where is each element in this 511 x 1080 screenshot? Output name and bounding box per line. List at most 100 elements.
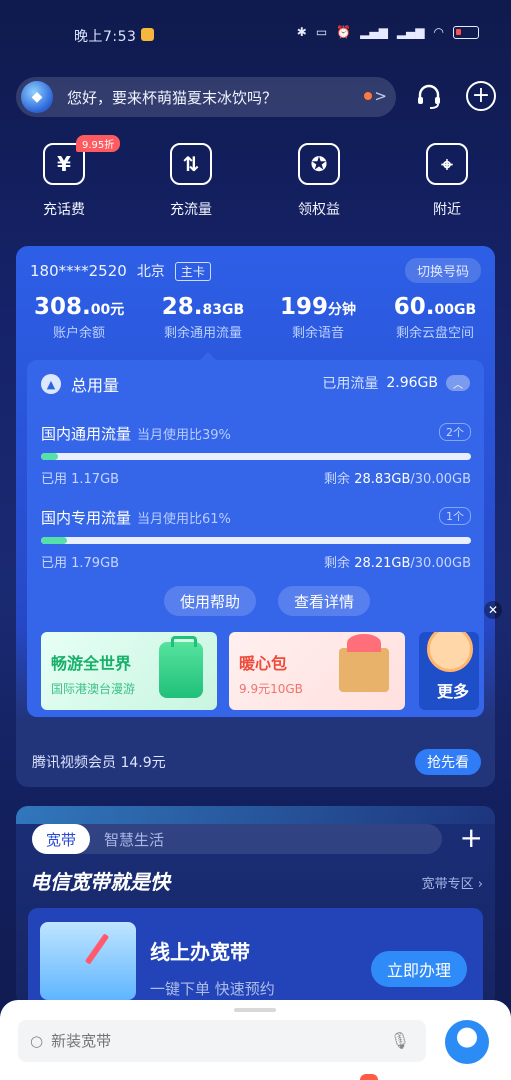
usage-progress-bar bbox=[41, 453, 471, 460]
stat-balance[interactable]: 308.00元 账户余额 bbox=[34, 294, 124, 341]
bottom-search-bar: ○ 🎙 bbox=[0, 1000, 511, 1080]
promo-title: 畅游全世界 bbox=[51, 654, 132, 673]
collapse-toggle-icon[interactable]: ︿ bbox=[446, 375, 470, 391]
status-bar: 晚上7:53 ✱ ▭ ⏰ ▂▄▆ ▂▄▆ ◠ bbox=[0, 22, 511, 48]
discount-badge: 9.95折 bbox=[76, 135, 121, 152]
drag-handle[interactable] bbox=[234, 1008, 276, 1012]
gift-icon: ✪ bbox=[298, 143, 340, 185]
notification-app-icon bbox=[141, 28, 154, 41]
chevron-right-icon: > bbox=[374, 87, 387, 105]
unread-dot bbox=[364, 92, 372, 100]
tab-smart-life[interactable]: 智慧生活 bbox=[104, 829, 164, 850]
usage-help-button[interactable]: 使用帮助 bbox=[164, 586, 257, 616]
usage-block-title: 国内专用流量 当月使用比61% bbox=[41, 509, 231, 527]
more-label: 更多 bbox=[437, 682, 470, 701]
stat-data-left[interactable]: 28.83GB 剩余通用流量 bbox=[148, 294, 258, 341]
broadband-zone-link[interactable]: 宽带专区 › bbox=[422, 873, 483, 892]
notification-dot bbox=[360, 1074, 378, 1080]
usage-remaining: 剩余 28.83GB/30.00GB bbox=[324, 472, 471, 487]
quick-action-label: 充流量 bbox=[170, 202, 212, 218]
usage-used-label: 已用流量 bbox=[322, 376, 379, 392]
signal-icon: ▂▄▆ bbox=[360, 25, 388, 39]
headset-icon[interactable] bbox=[414, 81, 444, 111]
quick-action-label: 领权益 bbox=[298, 202, 340, 218]
assistant-avatar-icon: ◆ bbox=[21, 81, 53, 113]
gift-box-icon bbox=[339, 634, 389, 692]
usage-used-summary: 已用流量 2.96GB ︿ bbox=[322, 373, 470, 393]
greeting-text: 您好，要来杯萌猫夏末冰饮吗？ bbox=[67, 88, 278, 107]
account-stats: 308.00元 账户余额 28.83GB 剩余通用流量 199分钟 剩余语音 6… bbox=[16, 294, 495, 344]
primary-card-tag: 主卡 bbox=[174, 261, 211, 281]
greeting-bar[interactable]: ◆ 您好，要来杯萌猫夏末冰饮吗？ > bbox=[16, 77, 396, 117]
usage-block-special[interactable]: 国内专用流量 当月使用比61% 1个 已用 1.79GB 剩余 28.21GB/3… bbox=[41, 507, 471, 577]
promo-footer: 腾讯视频会员 14.9元 抢先看 bbox=[16, 741, 495, 787]
usage-block-general[interactable]: 国内通用流量 当月使用比39% 2个 已用 1.17GB 剩余 28.83GB/3… bbox=[41, 423, 471, 493]
location-pin-icon: ⌖ bbox=[426, 143, 468, 185]
usage-icon: ▲ bbox=[41, 374, 61, 394]
broadband-slogan: 电信宽带就是快 bbox=[30, 870, 170, 894]
promo-warm-pack[interactable]: 暖心包 9.9元10GB bbox=[229, 632, 405, 710]
stat-cloud-left[interactable]: 60.00GB 剩余云盘空间 bbox=[384, 294, 486, 341]
view-details-button[interactable]: 查看详情 bbox=[278, 586, 371, 616]
broadband-offer-title: 线上办宽带 bbox=[150, 940, 250, 964]
mascot-icon bbox=[427, 632, 473, 672]
promo-more[interactable]: 更多 bbox=[419, 632, 479, 710]
usage-remaining: 剩余 28.21GB/30.00GB bbox=[324, 556, 471, 571]
broadband-offer[interactable]: 线上办宽带 一键下单 快速预约 立即办理 bbox=[28, 908, 483, 1006]
usage-ratio: 当月使用比61% bbox=[137, 512, 231, 527]
stat-label: 剩余语音 bbox=[291, 326, 344, 341]
signal-icon-2: ▂▄▆ bbox=[396, 25, 425, 39]
quick-action-data[interactable]: ⇅ 充流量 bbox=[151, 143, 231, 219]
bluetooth-icon: ✱ bbox=[296, 25, 307, 39]
data-arrows-icon: ⇅ bbox=[170, 143, 212, 185]
quick-action-label: 充话费 bbox=[43, 202, 85, 218]
quick-action-benefits[interactable]: ✪ 领权益 bbox=[279, 143, 359, 219]
close-icon[interactable]: ✕ bbox=[484, 601, 502, 619]
usage-progress-fill bbox=[41, 537, 67, 544]
add-icon[interactable]: + bbox=[460, 824, 483, 852]
laptop-illustration-icon bbox=[40, 922, 136, 1000]
quick-action-recharge[interactable]: ¥ 9.95折 充话费 bbox=[24, 135, 121, 219]
search-input[interactable] bbox=[51, 1032, 352, 1050]
stat-label: 剩余云盘空间 bbox=[395, 326, 474, 341]
promo-roaming[interactable]: 畅游全世界 国际港澳台漫游 bbox=[41, 632, 217, 710]
apply-now-button[interactable]: 立即办理 bbox=[370, 951, 467, 987]
quick-actions: ¥ 9.95折 充话费 ⇅ 充流量 ✪ 领权益 ⌖ 附近 bbox=[0, 135, 511, 223]
usage-used-value: 2.96GB bbox=[386, 375, 438, 391]
quick-action-nearby[interactable]: ⌖ 附近 bbox=[407, 143, 487, 219]
usage-ratio: 当月使用比39% bbox=[137, 428, 231, 443]
wave-decoration bbox=[16, 806, 495, 824]
stat-label: 账户余额 bbox=[52, 326, 105, 341]
stat-value: 199分钟 bbox=[279, 294, 356, 320]
promo-subtitle: 国际港澳台漫游 bbox=[51, 682, 136, 696]
grab-first-button[interactable]: 抢先看 bbox=[415, 749, 481, 775]
switch-number-button[interactable]: 切换号码 bbox=[404, 258, 481, 283]
account-header: 180****2520 北京 主卡 bbox=[30, 261, 211, 281]
usage-used-amount: 已用 1.79GB bbox=[41, 556, 120, 571]
alarm-icon: ⏰ bbox=[336, 25, 352, 39]
vibrate-icon: ▭ bbox=[315, 25, 328, 39]
search-box[interactable]: ○ 🎙 bbox=[18, 1020, 426, 1062]
account-card: 180****2520 北京 主卡 切换号码 308.00元 账户余额 28.8… bbox=[16, 246, 495, 787]
usage-title: 总用量 bbox=[71, 376, 120, 395]
stat-value: 60.00GB bbox=[393, 294, 477, 320]
usage-progress-bar bbox=[41, 537, 471, 544]
package-count-badge: 1个 bbox=[439, 507, 471, 525]
quick-action-label: 附近 bbox=[433, 202, 461, 218]
microphone-icon[interactable]: 🎙 bbox=[390, 1031, 410, 1050]
broadband-card: 宽带 智慧生活 + 电信宽带就是快 宽带专区 › 线上办宽带 一键下单 快速预约… bbox=[16, 806, 495, 1006]
broadband-offer-subtitle: 一键下单 快速预约 bbox=[150, 980, 275, 998]
plus-circle-icon[interactable]: + bbox=[466, 81, 496, 111]
promo-footer-text: 腾讯视频会员 14.9元 bbox=[32, 755, 166, 771]
package-count-badge: 2个 bbox=[439, 423, 471, 441]
luggage-icon bbox=[159, 636, 203, 698]
usage-pointer bbox=[200, 352, 216, 360]
stat-label: 剩余通用流量 bbox=[163, 326, 242, 341]
stat-value: 28.83GB bbox=[161, 294, 245, 320]
usage-block-title: 国内通用流量 当月使用比39% bbox=[41, 425, 231, 443]
assistant-mascot-icon[interactable] bbox=[445, 1020, 489, 1064]
stat-voice-left[interactable]: 199分钟 剩余语音 bbox=[274, 294, 362, 341]
usage-progress-fill bbox=[41, 453, 58, 460]
tab-broadband[interactable]: 宽带 bbox=[32, 824, 91, 854]
usage-panel: ▲ 总用量 已用流量 2.96GB ︿ 国内通用流量 当月使用比39% 2个 已用… bbox=[27, 352, 484, 717]
